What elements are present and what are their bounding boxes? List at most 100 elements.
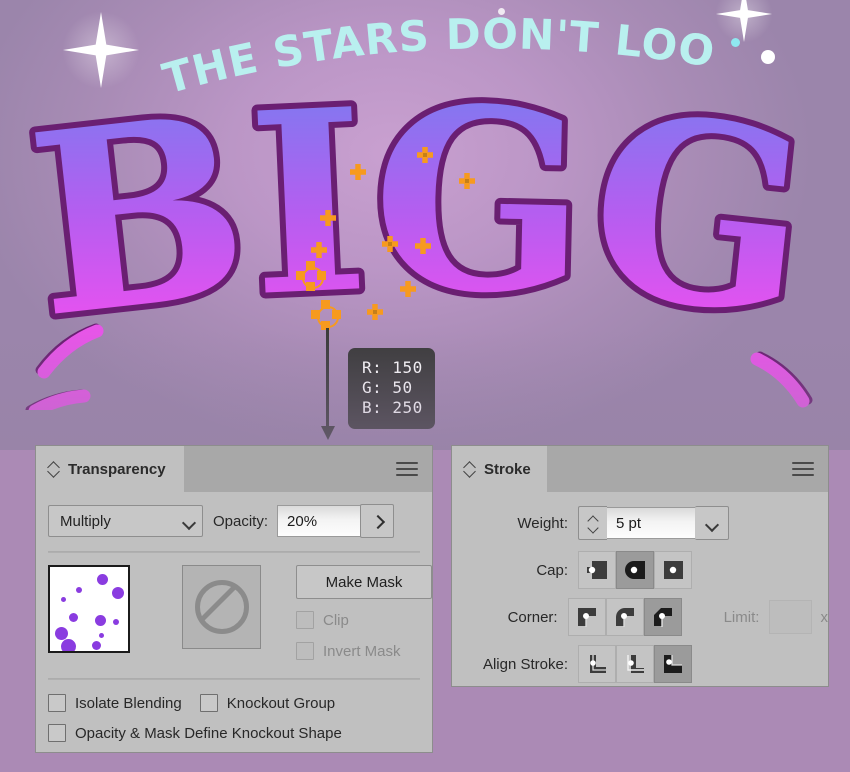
weight-input[interactable]: 5 pt [607, 507, 695, 539]
knockout-group-checkbox[interactable] [199, 694, 218, 712]
weight-row: Weight: 5 pt [452, 492, 828, 540]
isolate-blending-checkbox[interactable] [48, 694, 66, 712]
tooltip-green-value: G: 50 [362, 378, 413, 397]
anchor-point-marker [459, 173, 475, 189]
transparency-panel: Transparency Multiply Opacity: 20% Make … [36, 446, 432, 752]
invert-mask-label: Invert Mask [323, 642, 401, 660]
chevron-down-icon [183, 518, 194, 525]
background-dot [731, 38, 740, 47]
word-text: BIGGER [0, 70, 827, 379]
round-cap-icon [624, 561, 645, 579]
butt-cap-icon [587, 561, 607, 579]
corner-miter-button[interactable] [567, 598, 606, 636]
opacity-value: 20% [287, 512, 318, 530]
corner-row: Corner: Limit: x [452, 589, 828, 636]
make-mask-button[interactable]: Make Mask [296, 565, 432, 599]
knockout-group-label: Knockout Group [226, 694, 336, 712]
projecting-cap-icon [664, 561, 683, 579]
align-center-button[interactable] [578, 645, 616, 683]
anchor-point-marker [350, 164, 366, 180]
opacity-input[interactable]: 20% [277, 505, 361, 537]
blend-mode-select[interactable]: Multiply [48, 505, 203, 537]
align-stroke-row: Align Stroke: [452, 636, 828, 683]
stroke-panel: Stroke Weight: 5 pt Cap: Corner: Limit: … [452, 446, 828, 686]
blend-opacity-row: Multiply Opacity: 20% [36, 492, 432, 538]
bevel-join-icon [653, 608, 672, 627]
corner-label: Corner: [507, 608, 558, 626]
align-stroke-button-group [578, 645, 692, 683]
mask-controls: Make Mask Clip Invert Mask [296, 565, 432, 660]
mask-row: Make Mask Clip Invert Mask [36, 553, 432, 660]
weight-value: 5 pt [616, 514, 642, 532]
align-outside-icon [664, 655, 682, 673]
stepper-up-icon[interactable] [588, 515, 599, 522]
screenshot-root: THE STARS DON'T LOOK BIGGER [0, 0, 850, 772]
align-stroke-label: Align Stroke: [482, 655, 568, 673]
stroke-panel-title: Stroke [484, 460, 531, 478]
opacity-mask-knockout-row: Opacity & Mask Define Knockout Shape [36, 712, 432, 742]
align-outside-button[interactable] [654, 645, 692, 683]
artwork-thumbnail[interactable] [48, 565, 131, 653]
hamburger-menu-icon[interactable] [792, 462, 814, 476]
opacity-mask-knockout-checkbox[interactable] [48, 724, 66, 742]
background-dot [761, 50, 775, 64]
transparency-panel-title: Transparency [68, 460, 166, 478]
tab-stroke[interactable]: Stroke [452, 446, 547, 492]
cap-label: Cap: [536, 561, 568, 579]
sparkle-star-icon [716, 0, 772, 42]
corner-round-button[interactable] [605, 598, 644, 636]
round-join-icon [615, 608, 634, 627]
anchor-point-marker [311, 242, 327, 258]
invert-mask-checkbox[interactable] [296, 642, 314, 660]
double-chevron-icon[interactable] [464, 461, 476, 477]
limit-input[interactable] [769, 600, 812, 634]
anchor-point-marker [415, 238, 431, 254]
double-chevron-icon[interactable] [48, 461, 60, 477]
anchor-point-marker [382, 236, 398, 252]
isolate-knockout-row: Isolate Blending Knockout Group [36, 680, 432, 712]
anchor-point-marker [367, 304, 383, 320]
clip-row[interactable]: Clip [296, 611, 432, 629]
transparency-panel-header: Transparency [36, 446, 432, 492]
corner-button-group [567, 598, 682, 636]
background-dot [498, 8, 505, 15]
anchor-point-marker [417, 147, 433, 163]
svg-text:BIGGER: BIGGER [0, 70, 821, 373]
align-center-icon [590, 655, 606, 673]
weight-dropdown-button[interactable] [695, 506, 729, 540]
clip-checkbox[interactable] [296, 611, 314, 629]
anchor-point-selected-marker [311, 300, 341, 330]
invert-mask-row[interactable]: Invert Mask [296, 642, 432, 660]
opacity-expand-button[interactable] [360, 504, 395, 538]
mask-thumbnail-placeholder[interactable] [182, 565, 261, 649]
weight-label: Weight: [517, 514, 568, 532]
opacity-label: Opacity: [213, 512, 269, 530]
align-inside-button[interactable] [616, 645, 654, 683]
artwork-canvas: THE STARS DON'T LOOK BIGGER [0, 0, 850, 450]
corner-bevel-button[interactable] [643, 598, 682, 636]
hamburger-menu-icon[interactable] [396, 462, 418, 476]
cap-row: Cap: [452, 540, 828, 589]
miter-join-icon [577, 608, 596, 627]
cap-round-button[interactable] [616, 551, 654, 589]
tooltip-red-value: R: 150 [362, 358, 423, 377]
rgb-tooltip: R: 150 G: 50 B: 250 [348, 348, 435, 429]
align-inside-icon [627, 655, 644, 673]
limit-label: Limit: [723, 608, 760, 626]
isolate-blending-label: Isolate Blending [75, 694, 182, 712]
anchor-point-selected-marker [296, 261, 326, 291]
limit-suffix: x [820, 608, 829, 626]
opacity-mask-knockout-label: Opacity & Mask Define Knockout Shape [75, 724, 342, 742]
cap-butt-button[interactable] [578, 551, 616, 589]
cap-button-group [578, 551, 692, 589]
cap-projecting-button[interactable] [654, 551, 692, 589]
stroke-panel-header: Stroke [452, 446, 828, 492]
chevron-right-icon [373, 517, 382, 526]
stepper-down-icon[interactable] [588, 525, 599, 532]
tab-transparency[interactable]: Transparency [36, 446, 184, 492]
blend-mode-value: Multiply [60, 512, 111, 530]
anchor-point-marker [400, 281, 416, 297]
tooltip-blue-value: B: 250 [362, 398, 423, 417]
weight-stepper[interactable] [578, 506, 607, 540]
make-mask-label: Make Mask [325, 573, 403, 591]
